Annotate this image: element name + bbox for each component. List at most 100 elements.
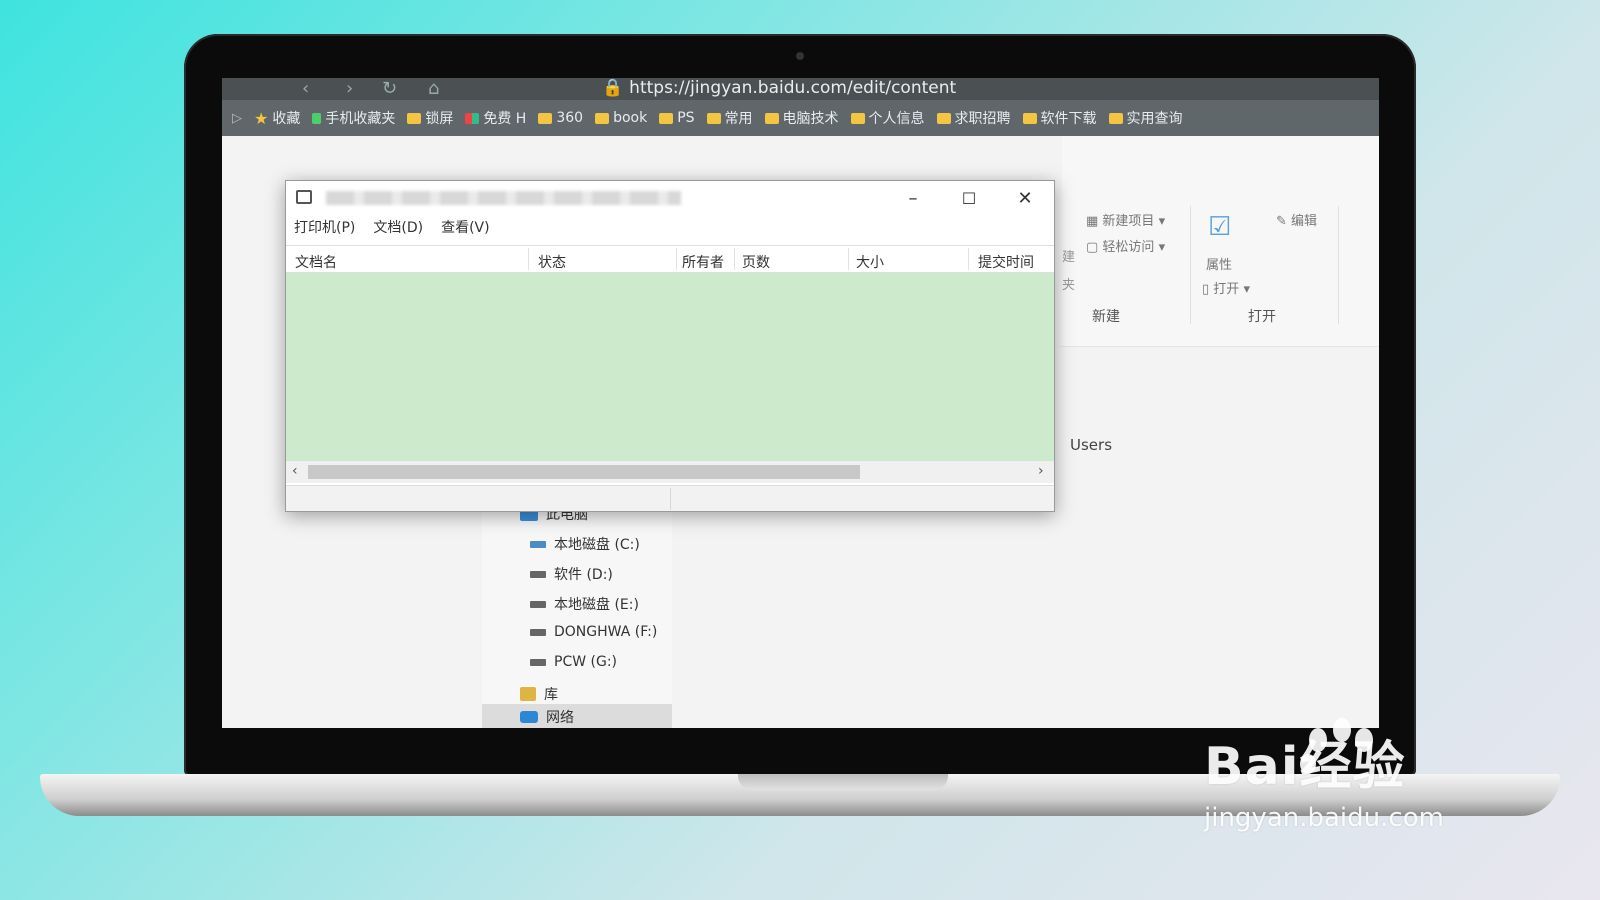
scroll-right-icon[interactable]: › xyxy=(1038,463,1044,479)
bookmark-item[interactable]: 实用查询 xyxy=(1108,108,1183,128)
watermark-site: jingyan.baidu.com xyxy=(1204,803,1444,833)
column-size[interactable]: 大小 xyxy=(856,252,884,272)
window-titlebar[interactable]: – ☐ ✕ xyxy=(286,181,1054,215)
column-divider[interactable] xyxy=(528,248,529,270)
sidebar-toggle-icon[interactable]: ▷ xyxy=(232,111,242,126)
properties-button[interactable]: 属性 xyxy=(1206,254,1232,273)
bookmark-item[interactable]: 手机收藏夹 xyxy=(312,108,395,128)
forward-icon[interactable]: › xyxy=(346,78,353,99)
column-owner[interactable]: 所有者 xyxy=(682,252,724,272)
scroll-left-icon[interactable]: ‹ xyxy=(292,463,298,479)
column-divider[interactable] xyxy=(968,248,969,270)
folder-icon xyxy=(1108,112,1123,124)
drive-icon xyxy=(530,600,546,608)
bookmark-item[interactable]: PS xyxy=(659,110,695,126)
laptop-bezel: ‹ › ↻ ⌂ 🔒 https://jingyan.baidu.com/edit/… xyxy=(184,34,1416,776)
bookmark-item[interactable]: 免费 H xyxy=(465,108,526,128)
navigation-pane: 此电脑 本地磁盘 (C:) 软件 (D:) 本地磁盘 (E:) DONGHWA … xyxy=(482,496,672,728)
tree-item-drive-e[interactable]: 本地磁盘 (E:) xyxy=(530,594,639,614)
open-button[interactable]: ▯ 打开 ▾ xyxy=(1202,278,1250,297)
library-icon xyxy=(520,687,536,701)
easy-access-icon: ▢ xyxy=(1086,240,1103,255)
tree-item-drive-f[interactable]: DONGHWA (F:) xyxy=(530,624,657,640)
menu-view[interactable]: 查看(V) xyxy=(441,217,490,241)
folder-icon xyxy=(595,112,610,124)
status-divider xyxy=(670,488,671,510)
network-icon xyxy=(520,711,538,723)
bookmark-item[interactable]: 360 xyxy=(538,110,583,126)
ribbon-divider xyxy=(1338,206,1339,324)
tree-item-library[interactable]: 库 xyxy=(520,684,558,704)
properties-check-icon: ☑ xyxy=(1208,212,1232,242)
menu-printer[interactable]: 打印机(P) xyxy=(294,217,355,241)
printer-icon xyxy=(296,190,312,204)
column-divider[interactable] xyxy=(676,248,677,270)
lock-icon: 🔒 xyxy=(602,78,624,98)
webcam xyxy=(796,52,804,60)
easy-access-button[interactable]: ▢ 轻松访问 ▾ xyxy=(1086,236,1165,255)
status-bar xyxy=(286,485,1054,511)
new-item-button[interactable]: ▦ 新建项目 ▾ xyxy=(1086,210,1165,229)
folder-icon xyxy=(936,112,951,124)
tree-item-network[interactable]: 网络 xyxy=(482,704,672,728)
folder-icon xyxy=(538,112,553,124)
edit-button[interactable]: ✎ 编辑 xyxy=(1276,210,1317,229)
bookmark-item[interactable]: 电脑技术 xyxy=(764,108,839,128)
column-pages[interactable]: 页数 xyxy=(742,252,770,272)
laptop-notch xyxy=(738,774,948,790)
close-button[interactable]: ✕ xyxy=(1010,185,1040,211)
star-icon: ★ xyxy=(254,108,269,128)
back-icon[interactable]: ‹ xyxy=(302,78,309,99)
folder-users[interactable]: Users xyxy=(1070,436,1112,454)
edit-icon: ✎ xyxy=(1276,214,1292,229)
tree-item-drive-c[interactable]: 本地磁盘 (C:) xyxy=(530,534,640,554)
bookmarks-bar: ▷ ★ 收藏 手机收藏夹 锁屏 免费 H 360 book PS 常用 电脑技术 … xyxy=(222,100,1379,136)
browser-toolbar: ‹ › ↻ ⌂ 🔒 https://jingyan.baidu.com/edit/… xyxy=(222,78,1379,100)
horizontal-scrollbar[interactable]: ‹ › xyxy=(286,461,1054,483)
tree-item-drive-d[interactable]: 软件 (D:) xyxy=(530,564,613,584)
windows-icon xyxy=(465,112,480,124)
folder-icon xyxy=(764,112,779,124)
new-item-icon: ▦ xyxy=(1086,214,1103,229)
open-icon: ▯ xyxy=(1202,282,1214,297)
drive-icon xyxy=(530,570,546,578)
bookmark-item[interactable]: ★ 收藏 xyxy=(254,108,300,128)
column-submitted[interactable]: 提交时间 xyxy=(978,252,1034,272)
scrollbar-thumb[interactable] xyxy=(308,465,860,479)
folder-icon xyxy=(659,112,674,124)
refresh-icon[interactable]: ↻ xyxy=(382,78,397,99)
bookmark-item[interactable]: 个人信息 xyxy=(850,108,925,128)
address-bar[interactable]: 🔒 https://jingyan.baidu.com/edit/content xyxy=(602,78,956,98)
column-divider[interactable] xyxy=(848,248,849,270)
print-queue-window: – ☐ ✕ 打印机(P) 文档(D) 查看(V) 文档名 状态 所有者 页数 大… xyxy=(285,180,1055,512)
ribbon-partial-label: 夹 xyxy=(1062,278,1076,293)
bookmark-item[interactable]: 软件下载 xyxy=(1022,108,1097,128)
ribbon-partial-label: 建 xyxy=(1062,250,1076,265)
column-doc-name[interactable]: 文档名 xyxy=(295,252,337,272)
column-divider[interactable] xyxy=(734,248,735,270)
list-header: 文档名 状态 所有者 页数 大小 提交时间 xyxy=(286,245,1054,273)
folder-icon xyxy=(706,112,721,124)
folder-icon xyxy=(1022,112,1037,124)
drive-icon xyxy=(530,658,546,666)
ribbon-divider xyxy=(1190,206,1191,324)
bookmark-item[interactable]: 常用 xyxy=(706,108,753,128)
print-job-list[interactable] xyxy=(286,273,1054,461)
minimize-button[interactable]: – xyxy=(898,185,928,211)
baidu-paw-icon xyxy=(1300,718,1373,774)
window-title-blurred xyxy=(326,191,681,205)
maximize-button[interactable]: ☐ xyxy=(954,185,984,211)
url-text: https://jingyan.baidu.com/edit/content xyxy=(629,78,957,98)
page-icon xyxy=(312,112,322,124)
system-drive-icon xyxy=(530,540,546,548)
drive-icon xyxy=(530,628,546,636)
menu-document[interactable]: 文档(D) xyxy=(373,217,423,241)
bookmark-item[interactable]: 锁屏 xyxy=(407,108,453,128)
home-icon[interactable]: ⌂ xyxy=(428,78,439,99)
bookmark-item[interactable]: book xyxy=(595,110,647,126)
ribbon-bottom-divider xyxy=(1060,346,1379,347)
tree-item-drive-g[interactable]: PCW (G:) xyxy=(530,654,617,670)
column-status[interactable]: 状态 xyxy=(538,252,566,272)
bookmark-item[interactable]: 求职招聘 xyxy=(936,108,1011,128)
ribbon-group-new: 新建 xyxy=(1092,309,1120,325)
